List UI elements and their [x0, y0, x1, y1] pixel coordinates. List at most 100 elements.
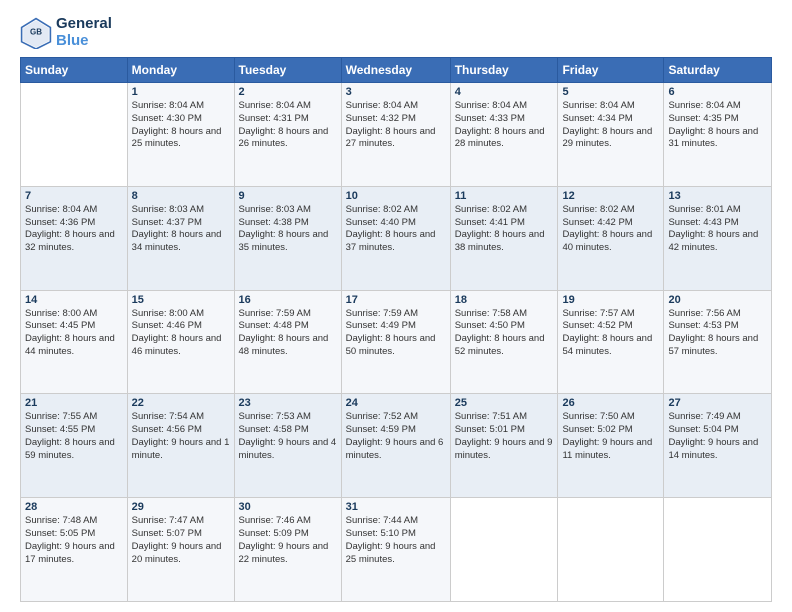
day-info: Sunrise: 7:44 AM Sunset: 5:10 PM Dayligh… — [346, 515, 446, 566]
day-info: Sunrise: 8:02 AM Sunset: 4:42 PM Dayligh… — [562, 204, 659, 255]
calendar-cell: 16 Sunrise: 7:59 AM Sunset: 4:48 PM Dayl… — [234, 290, 341, 394]
daylight-text: Daylight: 9 hours and 9 minutes. — [455, 437, 553, 461]
daylight-text: Daylight: 8 hours and 29 minutes. — [562, 126, 652, 150]
weekday-friday: Friday — [558, 58, 664, 83]
sunset-text: Sunset: 5:05 PM — [25, 528, 95, 539]
sunset-text: Sunset: 4:40 PM — [346, 217, 416, 228]
day-number: 12 — [562, 190, 659, 202]
day-number: 11 — [455, 190, 554, 202]
sunrise-text: Sunrise: 8:04 AM — [239, 100, 311, 111]
calendar-body: 1 Sunrise: 8:04 AM Sunset: 4:30 PM Dayli… — [21, 83, 772, 602]
sunset-text: Sunset: 5:09 PM — [239, 528, 309, 539]
calendar-cell: 11 Sunrise: 8:02 AM Sunset: 4:41 PM Dayl… — [450, 186, 558, 290]
calendar-cell: 25 Sunrise: 7:51 AM Sunset: 5:01 PM Dayl… — [450, 394, 558, 498]
day-number: 31 — [346, 501, 446, 513]
day-info: Sunrise: 8:03 AM Sunset: 4:38 PM Dayligh… — [239, 204, 337, 255]
day-info: Sunrise: 7:52 AM Sunset: 4:59 PM Dayligh… — [346, 411, 446, 462]
sunset-text: Sunset: 4:33 PM — [455, 113, 525, 124]
calendar-cell: 23 Sunrise: 7:53 AM Sunset: 4:58 PM Dayl… — [234, 394, 341, 498]
day-number: 28 — [25, 501, 123, 513]
calendar-cell: 5 Sunrise: 8:04 AM Sunset: 4:34 PM Dayli… — [558, 83, 664, 187]
daylight-text: Daylight: 8 hours and 46 minutes. — [132, 333, 222, 357]
calendar-cell: 6 Sunrise: 8:04 AM Sunset: 4:35 PM Dayli… — [664, 83, 772, 187]
sunrise-text: Sunrise: 8:00 AM — [132, 308, 204, 319]
day-number: 21 — [25, 397, 123, 409]
calendar-cell: 9 Sunrise: 8:03 AM Sunset: 4:38 PM Dayli… — [234, 186, 341, 290]
sunset-text: Sunset: 4:36 PM — [25, 217, 95, 228]
day-info: Sunrise: 8:00 AM Sunset: 4:46 PM Dayligh… — [132, 308, 230, 359]
calendar-cell: 1 Sunrise: 8:04 AM Sunset: 4:30 PM Dayli… — [127, 83, 234, 187]
day-info: Sunrise: 7:51 AM Sunset: 5:01 PM Dayligh… — [455, 411, 554, 462]
sunrise-text: Sunrise: 7:55 AM — [25, 411, 97, 422]
calendar-cell: 17 Sunrise: 7:59 AM Sunset: 4:49 PM Dayl… — [341, 290, 450, 394]
day-number: 20 — [668, 294, 767, 306]
day-number: 6 — [668, 86, 767, 98]
calendar-header: Sunday Monday Tuesday Wednesday Thursday… — [21, 58, 772, 83]
logo-text: General Blue — [56, 16, 112, 49]
sunrise-text: Sunrise: 7:59 AM — [239, 308, 311, 319]
day-info: Sunrise: 8:04 AM Sunset: 4:34 PM Dayligh… — [562, 100, 659, 151]
sunrise-text: Sunrise: 7:57 AM — [562, 308, 634, 319]
daylight-text: Daylight: 8 hours and 28 minutes. — [455, 126, 545, 150]
sunset-text: Sunset: 4:49 PM — [346, 320, 416, 331]
weekday-thursday: Thursday — [450, 58, 558, 83]
sunset-text: Sunset: 4:32 PM — [346, 113, 416, 124]
day-info: Sunrise: 8:04 AM Sunset: 4:32 PM Dayligh… — [346, 100, 446, 151]
daylight-text: Daylight: 8 hours and 31 minutes. — [668, 126, 758, 150]
sunrise-text: Sunrise: 8:04 AM — [455, 100, 527, 111]
sunrise-text: Sunrise: 8:00 AM — [25, 308, 97, 319]
daylight-text: Daylight: 9 hours and 20 minutes. — [132, 541, 222, 565]
calendar-cell: 24 Sunrise: 7:52 AM Sunset: 4:59 PM Dayl… — [341, 394, 450, 498]
day-info: Sunrise: 8:01 AM Sunset: 4:43 PM Dayligh… — [668, 204, 767, 255]
sunset-text: Sunset: 4:50 PM — [455, 320, 525, 331]
daylight-text: Daylight: 9 hours and 1 minute. — [132, 437, 230, 461]
daylight-text: Daylight: 8 hours and 42 minutes. — [668, 229, 758, 253]
weekday-monday: Monday — [127, 58, 234, 83]
day-info: Sunrise: 8:04 AM Sunset: 4:35 PM Dayligh… — [668, 100, 767, 151]
day-number: 14 — [25, 294, 123, 306]
sunset-text: Sunset: 4:37 PM — [132, 217, 202, 228]
sunset-text: Sunset: 5:01 PM — [455, 424, 525, 435]
daylight-text: Daylight: 8 hours and 25 minutes. — [132, 126, 222, 150]
daylight-text: Daylight: 8 hours and 59 minutes. — [25, 437, 115, 461]
daylight-text: Daylight: 8 hours and 38 minutes. — [455, 229, 545, 253]
day-info: Sunrise: 7:46 AM Sunset: 5:09 PM Dayligh… — [239, 515, 337, 566]
day-number: 18 — [455, 294, 554, 306]
sunrise-text: Sunrise: 7:58 AM — [455, 308, 527, 319]
calendar-cell: 7 Sunrise: 8:04 AM Sunset: 4:36 PM Dayli… — [21, 186, 128, 290]
daylight-text: Daylight: 8 hours and 52 minutes. — [455, 333, 545, 357]
sunset-text: Sunset: 4:45 PM — [25, 320, 95, 331]
day-info: Sunrise: 7:49 AM Sunset: 5:04 PM Dayligh… — [668, 411, 767, 462]
calendar-cell: 28 Sunrise: 7:48 AM Sunset: 5:05 PM Dayl… — [21, 498, 128, 602]
day-number: 17 — [346, 294, 446, 306]
calendar-cell: 14 Sunrise: 8:00 AM Sunset: 4:45 PM Dayl… — [21, 290, 128, 394]
daylight-text: Daylight: 8 hours and 44 minutes. — [25, 333, 115, 357]
calendar-cell: 3 Sunrise: 8:04 AM Sunset: 4:32 PM Dayli… — [341, 83, 450, 187]
day-info: Sunrise: 7:59 AM Sunset: 4:49 PM Dayligh… — [346, 308, 446, 359]
sunset-text: Sunset: 4:48 PM — [239, 320, 309, 331]
sunrise-text: Sunrise: 7:44 AM — [346, 515, 418, 526]
day-info: Sunrise: 7:57 AM Sunset: 4:52 PM Dayligh… — [562, 308, 659, 359]
daylight-text: Daylight: 9 hours and 25 minutes. — [346, 541, 436, 565]
sunrise-text: Sunrise: 8:02 AM — [455, 204, 527, 215]
calendar-cell: 30 Sunrise: 7:46 AM Sunset: 5:09 PM Dayl… — [234, 498, 341, 602]
day-number: 7 — [25, 190, 123, 202]
calendar-cell: 31 Sunrise: 7:44 AM Sunset: 5:10 PM Dayl… — [341, 498, 450, 602]
daylight-text: Daylight: 9 hours and 22 minutes. — [239, 541, 329, 565]
sunrise-text: Sunrise: 7:51 AM — [455, 411, 527, 422]
sunset-text: Sunset: 4:59 PM — [346, 424, 416, 435]
calendar-cell — [450, 498, 558, 602]
daylight-text: Daylight: 8 hours and 48 minutes. — [239, 333, 329, 357]
sunset-text: Sunset: 5:04 PM — [668, 424, 738, 435]
daylight-text: Daylight: 9 hours and 14 minutes. — [668, 437, 758, 461]
page-header: GB General Blue — [20, 16, 772, 49]
day-info: Sunrise: 7:48 AM Sunset: 5:05 PM Dayligh… — [25, 515, 123, 566]
weekday-sunday: Sunday — [21, 58, 128, 83]
sunrise-text: Sunrise: 7:48 AM — [25, 515, 97, 526]
sunrise-text: Sunrise: 7:52 AM — [346, 411, 418, 422]
day-number: 24 — [346, 397, 446, 409]
sunset-text: Sunset: 4:52 PM — [562, 320, 632, 331]
calendar-cell: 22 Sunrise: 7:54 AM Sunset: 4:56 PM Dayl… — [127, 394, 234, 498]
day-number: 13 — [668, 190, 767, 202]
day-info: Sunrise: 8:04 AM Sunset: 4:31 PM Dayligh… — [239, 100, 337, 151]
